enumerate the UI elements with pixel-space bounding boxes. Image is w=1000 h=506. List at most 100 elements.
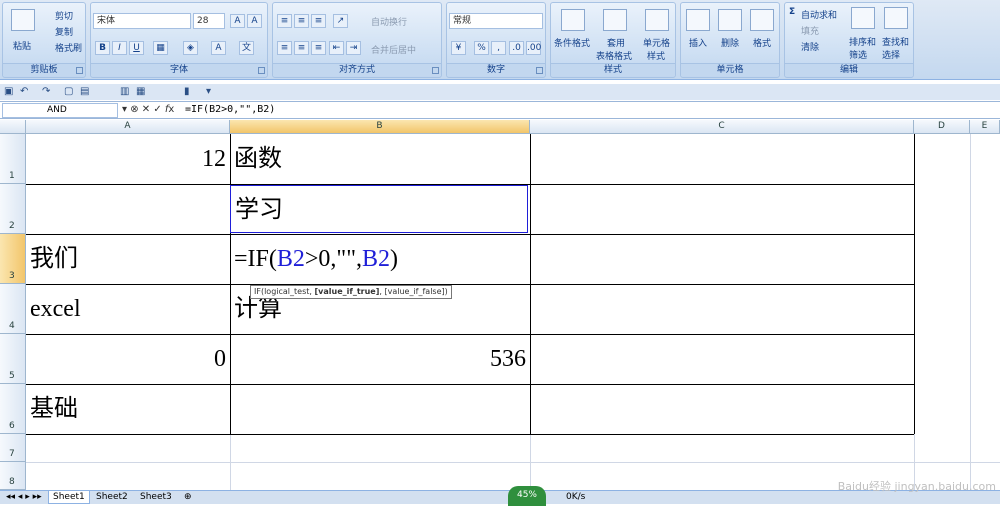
format-painter-button[interactable]: 格式刷 <box>55 41 82 54</box>
preview-icon[interactable]: ▦ <box>136 86 145 97</box>
orientation-icon[interactable]: ↗ <box>333 14 348 28</box>
column-header-e[interactable]: E <box>970 120 1000 134</box>
cell-b5[interactable]: 536 <box>230 335 530 384</box>
formula-buttons[interactable]: ▾ ⊗ ✕ ✓ fx <box>122 104 174 115</box>
insert-icon[interactable] <box>686 9 710 31</box>
column-header-a[interactable]: A <box>26 120 230 134</box>
align-middle-icon[interactable]: ≡ <box>294 14 309 28</box>
align-bottom-icon[interactable]: ≡ <box>311 14 326 28</box>
align-top-icon[interactable]: ≡ <box>277 14 292 28</box>
column-header-c[interactable]: C <box>530 120 914 134</box>
number-format-select[interactable]: 常规 <box>449 13 543 29</box>
bold-icon[interactable]: B <box>95 41 110 55</box>
name-box[interactable]: AND <box>2 103 118 118</box>
clear-button[interactable]: 清除 <box>801 40 819 53</box>
delete-button[interactable]: 删除 <box>721 36 739 49</box>
paste-icon[interactable] <box>11 9 35 31</box>
paste-button[interactable]: 粘贴 <box>13 39 31 52</box>
cell-a1[interactable]: 12 <box>26 135 230 184</box>
table-format-label-1[interactable]: 套用 <box>607 36 625 49</box>
row-header-5[interactable]: 5 <box>0 334 26 384</box>
alignment-launcher-icon[interactable] <box>432 67 439 74</box>
cell-b3-editing[interactable]: =IF(B2>0,"",B2) <box>230 235 530 284</box>
align-center-icon[interactable]: ≡ <box>294 41 309 55</box>
delete-icon[interactable] <box>718 9 742 31</box>
customize-qat-icon[interactable]: ▾ <box>206 86 211 97</box>
row-header-7[interactable]: 7 <box>0 434 26 462</box>
cell-b2[interactable]: 学习 <box>230 185 528 233</box>
align-right-icon[interactable]: ≡ <box>311 41 326 55</box>
chart-icon[interactable]: ▮ <box>184 86 190 97</box>
redo-icon[interactable]: ↷ <box>42 86 50 97</box>
save-icon[interactable]: ▣ <box>4 86 13 97</box>
align-left-icon[interactable]: ≡ <box>277 41 292 55</box>
increase-indent-icon[interactable]: ⇥ <box>346 41 361 55</box>
tooltip-current-arg[interactable]: [value_if_true] <box>314 287 379 296</box>
formula-input[interactable]: =IF(B2>0,"",B2) <box>185 104 275 115</box>
cell-b1[interactable]: 函数 <box>230 135 530 184</box>
font-name-select[interactable]: 宋体 <box>93 13 191 29</box>
open-icon[interactable]: ▤ <box>80 86 89 97</box>
undo-icon[interactable]: ↶ <box>20 86 28 97</box>
cell-style-label-2[interactable]: 样式 <box>647 49 665 62</box>
column-header-b[interactable]: B <box>230 120 530 134</box>
cell-a6[interactable]: 基础 <box>26 385 230 434</box>
insert-button[interactable]: 插入 <box>689 36 707 49</box>
tab-sheet1[interactable]: Sheet1 <box>48 491 90 504</box>
column-header-d[interactable]: D <box>914 120 970 134</box>
shrink-font-icon[interactable]: A <box>247 14 262 28</box>
tab-sheet3[interactable]: Sheet3 <box>136 491 176 504</box>
new-icon[interactable]: ▢ <box>64 86 73 97</box>
row-header-8[interactable]: 8 <box>0 462 26 490</box>
table-format-icon[interactable] <box>603 9 627 31</box>
cell-a3[interactable]: 我们 <box>26 235 230 284</box>
conditional-format-icon[interactable] <box>561 9 585 31</box>
sort-filter-icon[interactable] <box>851 7 875 29</box>
tab-nav-icons[interactable]: ◂◂ ◂ ▸ ▸▸ <box>2 491 46 504</box>
format-button[interactable]: 格式 <box>753 36 771 49</box>
increase-decimal-icon[interactable]: .0 <box>509 41 524 55</box>
cell-style-label-1[interactable]: 单元格 <box>643 36 670 49</box>
row-header-3[interactable]: 3 <box>0 234 26 284</box>
cut-button[interactable]: 剪切 <box>55 9 73 22</box>
fill-color-icon[interactable]: ◈ <box>183 41 198 55</box>
cell-style-icon[interactable] <box>645 9 669 31</box>
format-icon[interactable] <box>750 9 774 31</box>
sigma-icon[interactable]: Σ <box>789 7 795 17</box>
fill-button[interactable]: 填充 <box>801 24 819 37</box>
find-select-label-1[interactable]: 查找和 <box>882 35 909 48</box>
comma-icon[interactable]: , <box>491 41 506 55</box>
currency-icon[interactable]: ¥ <box>451 41 466 55</box>
font-size-select[interactable]: 28 <box>193 13 225 29</box>
decrease-decimal-icon[interactable]: .00 <box>526 41 541 55</box>
font-launcher-icon[interactable] <box>258 67 265 74</box>
row-header-6[interactable]: 6 <box>0 384 26 434</box>
border-icon[interactable]: ▦ <box>153 41 168 55</box>
select-all-corner[interactable] <box>0 120 26 134</box>
grow-font-icon[interactable]: A <box>230 14 245 28</box>
wrap-text-button[interactable]: 自动换行 <box>371 15 407 28</box>
insert-sheet-icon[interactable]: ⊕ <box>180 491 196 504</box>
sort-filter-label-1[interactable]: 排序和 <box>849 35 876 48</box>
font-color-icon[interactable]: A <box>211 41 226 55</box>
conditional-format-button[interactable]: 条件格式 <box>554 36 590 49</box>
table-format-label-2[interactable]: 表格格式 <box>596 49 632 62</box>
italic-icon[interactable]: I <box>112 41 127 55</box>
phonetic-icon[interactable]: 文 <box>239 41 254 55</box>
clipboard-launcher-icon[interactable] <box>76 67 83 74</box>
row-header-1[interactable]: 1 <box>0 134 26 184</box>
number-launcher-icon[interactable] <box>536 67 543 74</box>
merge-center-button[interactable]: 合并后居中 <box>371 43 416 56</box>
decrease-indent-icon[interactable]: ⇤ <box>329 41 344 55</box>
underline-icon[interactable]: U <box>129 41 144 55</box>
find-select-icon[interactable] <box>884 7 908 29</box>
sort-filter-label-2[interactable]: 筛选 <box>849 48 867 61</box>
tab-sheet2[interactable]: Sheet2 <box>92 491 132 504</box>
row-header-4[interactable]: 4 <box>0 284 26 334</box>
cell-a4[interactable]: excel <box>26 285 230 334</box>
copy-button[interactable]: 复制 <box>55 25 73 38</box>
find-select-label-2[interactable]: 选择 <box>882 48 900 61</box>
print-icon[interactable]: ▥ <box>120 86 129 97</box>
autosum-button[interactable]: 自动求和 <box>801 8 837 21</box>
percent-icon[interactable]: % <box>474 41 489 55</box>
